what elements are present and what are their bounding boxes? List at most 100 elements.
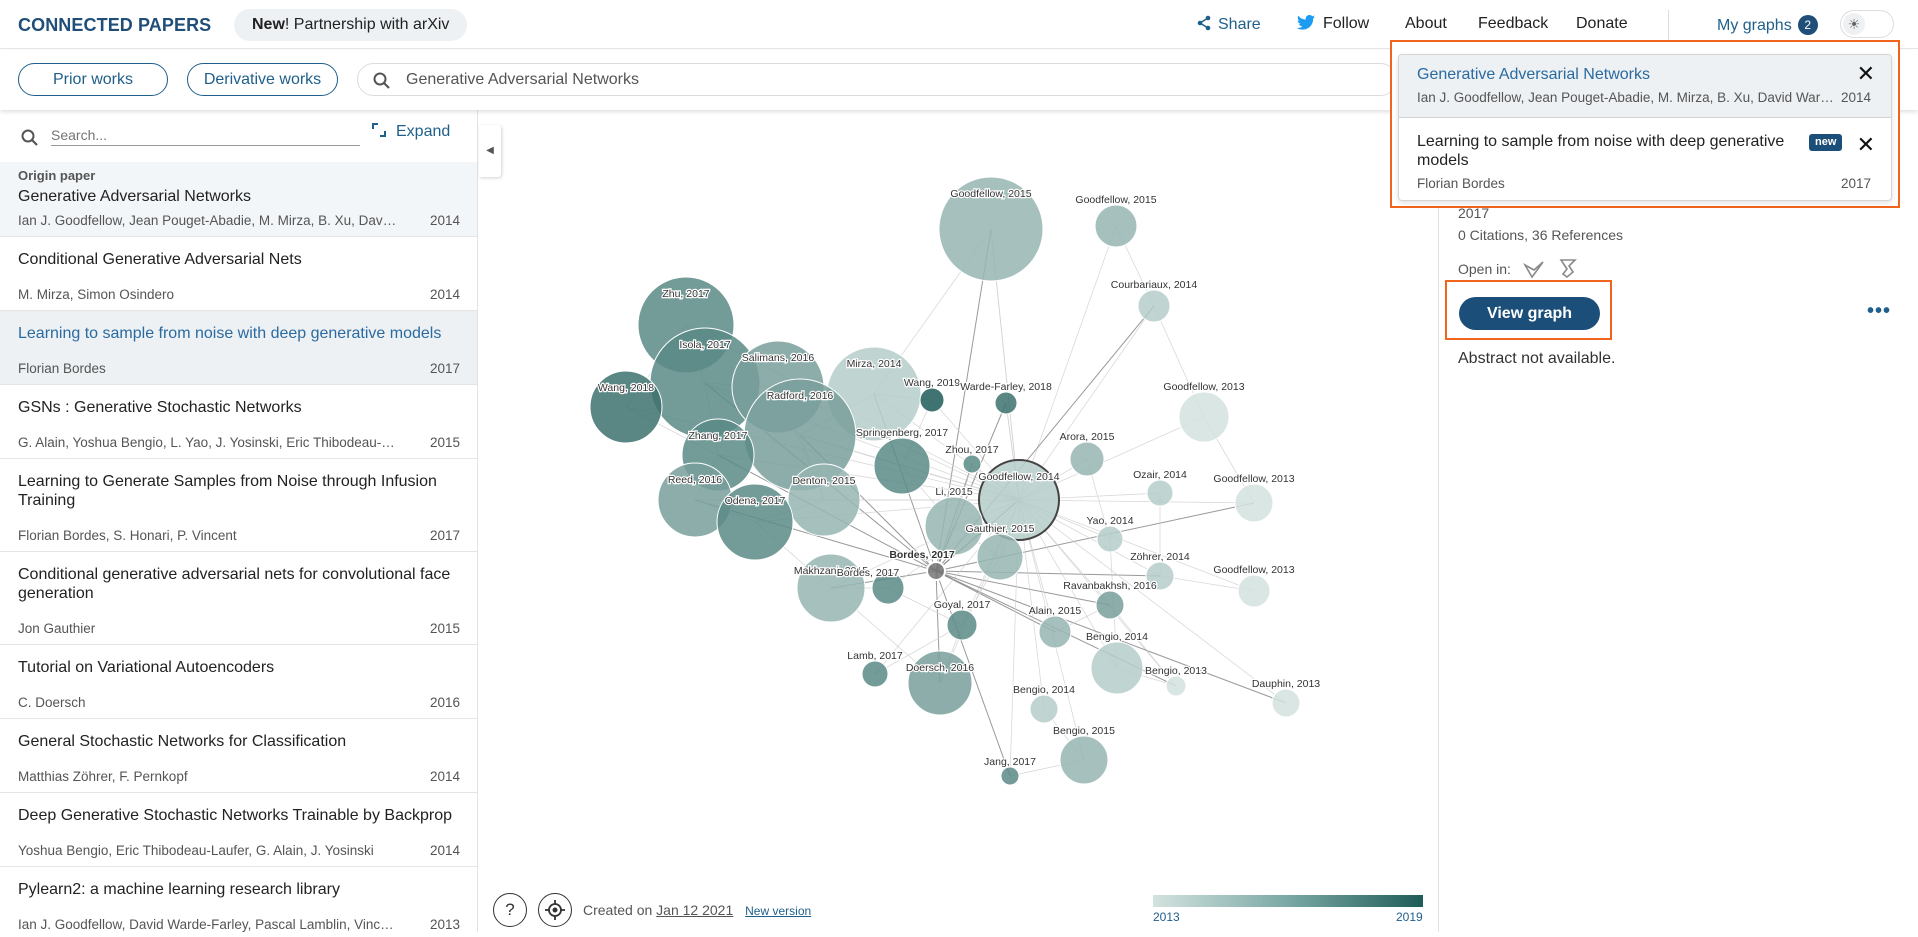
close-icon[interactable]: ✕ <box>1857 134 1875 156</box>
new-badge: new <box>1809 134 1843 151</box>
graph-node[interactable] <box>976 533 1024 581</box>
recenter-button[interactable] <box>538 893 572 927</box>
graph-node[interactable] <box>1069 441 1105 477</box>
more-options-icon[interactable]: ••• <box>1867 300 1891 323</box>
paper-item[interactable]: GSNs : Generative Stochastic Networks G.… <box>0 385 477 459</box>
paper-meta: Ian J. Goodfellow, David Warde-Farley, P… <box>18 917 460 932</box>
paper-item-origin[interactable]: Origin paper Generative Adversarial Netw… <box>0 162 477 237</box>
graph-node[interactable] <box>1178 391 1230 443</box>
follow-link[interactable]: Follow <box>1297 15 1369 33</box>
graph-canvas[interactable]: Goodfellow, 2015 Goodfellow, 2015 Courbari… <box>479 110 1437 932</box>
paper-year: 2015 <box>429 435 460 450</box>
paper-item[interactable]: General Stochastic Networks for Classifi… <box>0 719 477 793</box>
graph-node[interactable] <box>1237 574 1271 608</box>
graph-node[interactable] <box>1095 590 1125 620</box>
graph-svg[interactable]: Goodfellow, 2015 Goodfellow, 2015 Courbari… <box>479 110 1437 932</box>
graph-node-label: Bengio, 2014 <box>1013 684 1075 696</box>
about-link[interactable]: About <box>1405 15 1447 33</box>
news-pill[interactable]: New! Partnership with arXiv <box>234 9 468 41</box>
graph-node[interactable] <box>1094 204 1138 248</box>
share-link[interactable]: Share <box>1196 15 1261 34</box>
google-scholar-icon[interactable] <box>1557 257 1579 279</box>
abstract-text: Abstract not available. <box>1458 350 1616 367</box>
graph-node-label: Goodfellow, 2013 <box>1213 564 1294 576</box>
question-icon: ? <box>505 900 515 919</box>
my-graphs-link[interactable]: My graphs 2 <box>1717 15 1818 35</box>
paper-meta: C. Doersch 2016 <box>18 695 460 710</box>
theme-toggle[interactable]: ☀ <box>1840 10 1894 38</box>
paper-year: 2015 <box>429 621 460 636</box>
my-graphs-count-badge: 2 <box>1797 15 1818 35</box>
graph-node[interactable] <box>1096 525 1124 553</box>
graph-node[interactable] <box>861 660 889 688</box>
paper-authors: Matthias Zöhrer, F. Pernkopf <box>18 769 188 784</box>
graph-node[interactable] <box>907 650 973 716</box>
share-label: Share <box>1218 16 1261 33</box>
paper-title: Learning to sample from noise with deep … <box>18 325 442 342</box>
graph-node[interactable] <box>1234 483 1274 523</box>
paper-meta: Matthias Zöhrer, F. Pernkopf 2014 <box>18 769 460 784</box>
graph-node-label: Zhang, 2017 <box>689 430 748 442</box>
paper-search-bar[interactable] <box>357 63 1397 96</box>
created-date[interactable]: Jan 12 2021 <box>656 902 733 918</box>
graph-node[interactable] <box>1146 479 1174 507</box>
graph-node[interactable] <box>873 437 931 495</box>
graph-node-label: Goodfellow, 2013 <box>1213 473 1294 485</box>
graph-node-label: Ravanbakhsh, 2016 <box>1063 580 1157 592</box>
graph-node[interactable] <box>919 387 945 413</box>
paper-meta: Florian Bordes, S. Honari, P. Vincent 201… <box>18 528 460 543</box>
graph-node[interactable] <box>926 561 946 581</box>
graph-node[interactable] <box>1165 675 1187 697</box>
paper-title: Generative Adversarial Networks <box>18 188 251 205</box>
prior-works-button[interactable]: Prior works <box>18 63 168 96</box>
graph-node[interactable] <box>1137 289 1171 323</box>
graph-node-label: Goodfellow, 2015 <box>1075 194 1156 206</box>
graph-node[interactable] <box>1029 694 1059 724</box>
list-search-input[interactable] <box>51 124 360 146</box>
graph-node-label: Warde-Farley, 2018 <box>960 381 1052 393</box>
paper-item[interactable]: Conditional generative adversarial nets … <box>0 552 477 645</box>
graph-node[interactable] <box>1090 641 1144 695</box>
graph-node[interactable] <box>994 391 1018 415</box>
paper-details-panel: 2017 0 Citations, 36 References Open in:… <box>1438 110 1918 932</box>
expand-button[interactable]: Expand <box>372 123 450 141</box>
derivative-works-button[interactable]: Derivative works <box>187 63 338 96</box>
paper-item[interactable]: Conditional Generative Adversarial Nets … <box>0 237 477 311</box>
paper-item[interactable]: Tutorial on Variational Autoencoders C. … <box>0 645 477 719</box>
paper-title: Deep Generative Stochastic Networks Trai… <box>18 807 452 824</box>
paper-item[interactable]: Learning to Generate Samples from Noise … <box>0 459 477 552</box>
donate-link[interactable]: Donate <box>1576 15 1628 33</box>
brand-logo[interactable]: CONNECTED PAPERS <box>18 15 211 36</box>
my-graphs-item[interactable]: Generative Adversarial Networks Ian J. G… <box>1399 55 1891 118</box>
graph-node-label: Wang, 2019 <box>904 377 960 389</box>
graph-node[interactable] <box>1000 766 1020 786</box>
graph-node[interactable] <box>1038 615 1072 649</box>
paper-item-selected[interactable]: Learning to sample from noise with deep … <box>0 311 477 385</box>
graph-authors: Florian Bordes <box>1417 176 1505 191</box>
help-button[interactable]: ? <box>493 893 527 927</box>
graph-authors: Ian J. Goodfellow, Jean Pouget-Abadie, M… <box>1417 90 1837 105</box>
expand-icon <box>372 123 386 137</box>
paper-authors: Yoshua Bengio, Eric Thibodeau-Laufer, G.… <box>18 843 374 858</box>
paper-title: Pylearn2: a machine learning research li… <box>18 881 340 898</box>
graph-node[interactable] <box>946 609 978 641</box>
graph-node[interactable] <box>1059 735 1109 785</box>
paper-item[interactable]: Deep Generative Stochastic Networks Trai… <box>0 793 477 867</box>
close-icon[interactable]: ✕ <box>1857 63 1875 85</box>
new-version-link[interactable]: New version <box>745 904 811 918</box>
graph-node[interactable] <box>1271 688 1301 718</box>
feedback-link[interactable]: Feedback <box>1478 15 1548 33</box>
graph-node-label: Yao, 2014 <box>1086 515 1133 527</box>
chevron-left-icon: ◀ <box>486 145 494 156</box>
paper-search-input[interactable] <box>406 70 1306 90</box>
my-graphs-item[interactable]: Learning to sample from noise with deep … <box>1399 118 1891 200</box>
paper-year: 2014 <box>429 287 460 302</box>
collapse-panel-button[interactable]: ◀ <box>479 125 501 177</box>
paper-year: 2016 <box>429 695 460 710</box>
paper-authors: G. Alain, Yoshua Bengio, L. Yao, J. Yosi… <box>18 435 398 450</box>
year-color-legend <box>1153 895 1423 907</box>
paper-item[interactable]: Pylearn2: a machine learning research li… <box>0 867 477 932</box>
my-graphs-list: Generative Adversarial Networks Ian J. G… <box>1398 54 1892 201</box>
semantic-scholar-icon[interactable] <box>1523 257 1545 279</box>
paper-authors: Jon Gauthier <box>18 621 96 636</box>
